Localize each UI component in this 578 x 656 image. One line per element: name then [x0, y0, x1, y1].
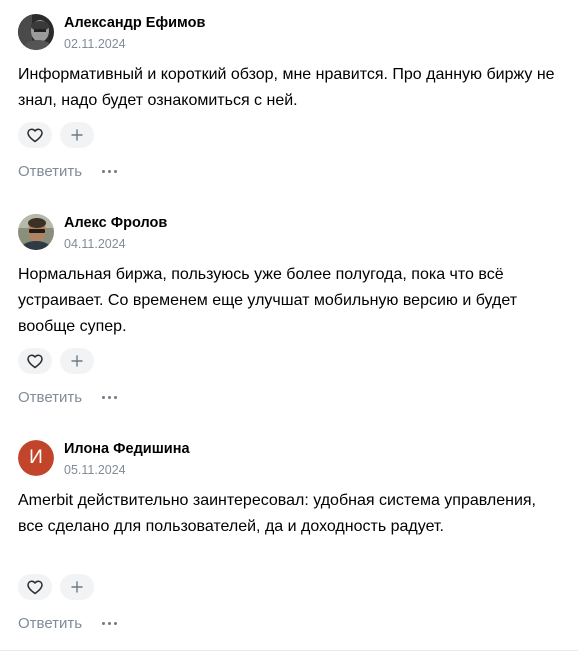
- user-photo-icon: [18, 214, 54, 250]
- more-dots-icon[interactable]: [100, 161, 119, 181]
- avatar[interactable]: [18, 214, 54, 250]
- more-dots-icon[interactable]: [100, 387, 119, 407]
- avatar[interactable]: [18, 14, 54, 50]
- more-dots-icon[interactable]: [100, 613, 119, 633]
- comment-text: Нормальная биржа, пользуюсь уже более по…: [18, 266, 518, 335]
- reactions: [18, 348, 94, 374]
- plus-icon: [71, 355, 83, 367]
- avatar-letter: И: [18, 440, 54, 476]
- comment-date: 05.11.2024: [64, 463, 126, 477]
- reply-button[interactable]: Ответить: [18, 389, 82, 406]
- plus-icon: [71, 129, 83, 141]
- reply-button[interactable]: Ответить: [18, 163, 82, 180]
- comment-actions: Ответить: [18, 387, 119, 407]
- comment-author[interactable]: Александр Ефимов: [64, 15, 205, 31]
- add-reaction-button[interactable]: [60, 574, 94, 600]
- reactions: [18, 574, 94, 600]
- comment-date: 02.11.2024: [64, 37, 126, 51]
- comment-author[interactable]: Илона Федишина: [64, 441, 190, 457]
- comment-text: Информативный и короткий обзор, мне нрав…: [18, 66, 555, 109]
- add-reaction-button[interactable]: [60, 348, 94, 374]
- avatar[interactable]: И: [18, 440, 54, 476]
- comment-author[interactable]: Алекс Фролов: [64, 215, 167, 231]
- add-reaction-button[interactable]: [60, 122, 94, 148]
- comment-date: 04.11.2024: [64, 237, 126, 251]
- reactions: [18, 122, 94, 148]
- reply-button[interactable]: Ответить: [18, 615, 82, 632]
- user-photo-icon: [18, 14, 54, 50]
- like-button[interactable]: [18, 574, 52, 600]
- plus-icon: [71, 581, 83, 593]
- heart-icon: [27, 127, 43, 142]
- like-button[interactable]: [18, 122, 52, 148]
- like-button[interactable]: [18, 348, 52, 374]
- heart-icon: [27, 353, 43, 368]
- comment-actions: Ответить: [18, 613, 119, 633]
- comment-text: Amerbit действительно заинтересовал: удо…: [18, 492, 536, 535]
- comment-actions: Ответить: [18, 161, 119, 181]
- heart-icon: [27, 579, 43, 594]
- divider: [0, 650, 578, 651]
